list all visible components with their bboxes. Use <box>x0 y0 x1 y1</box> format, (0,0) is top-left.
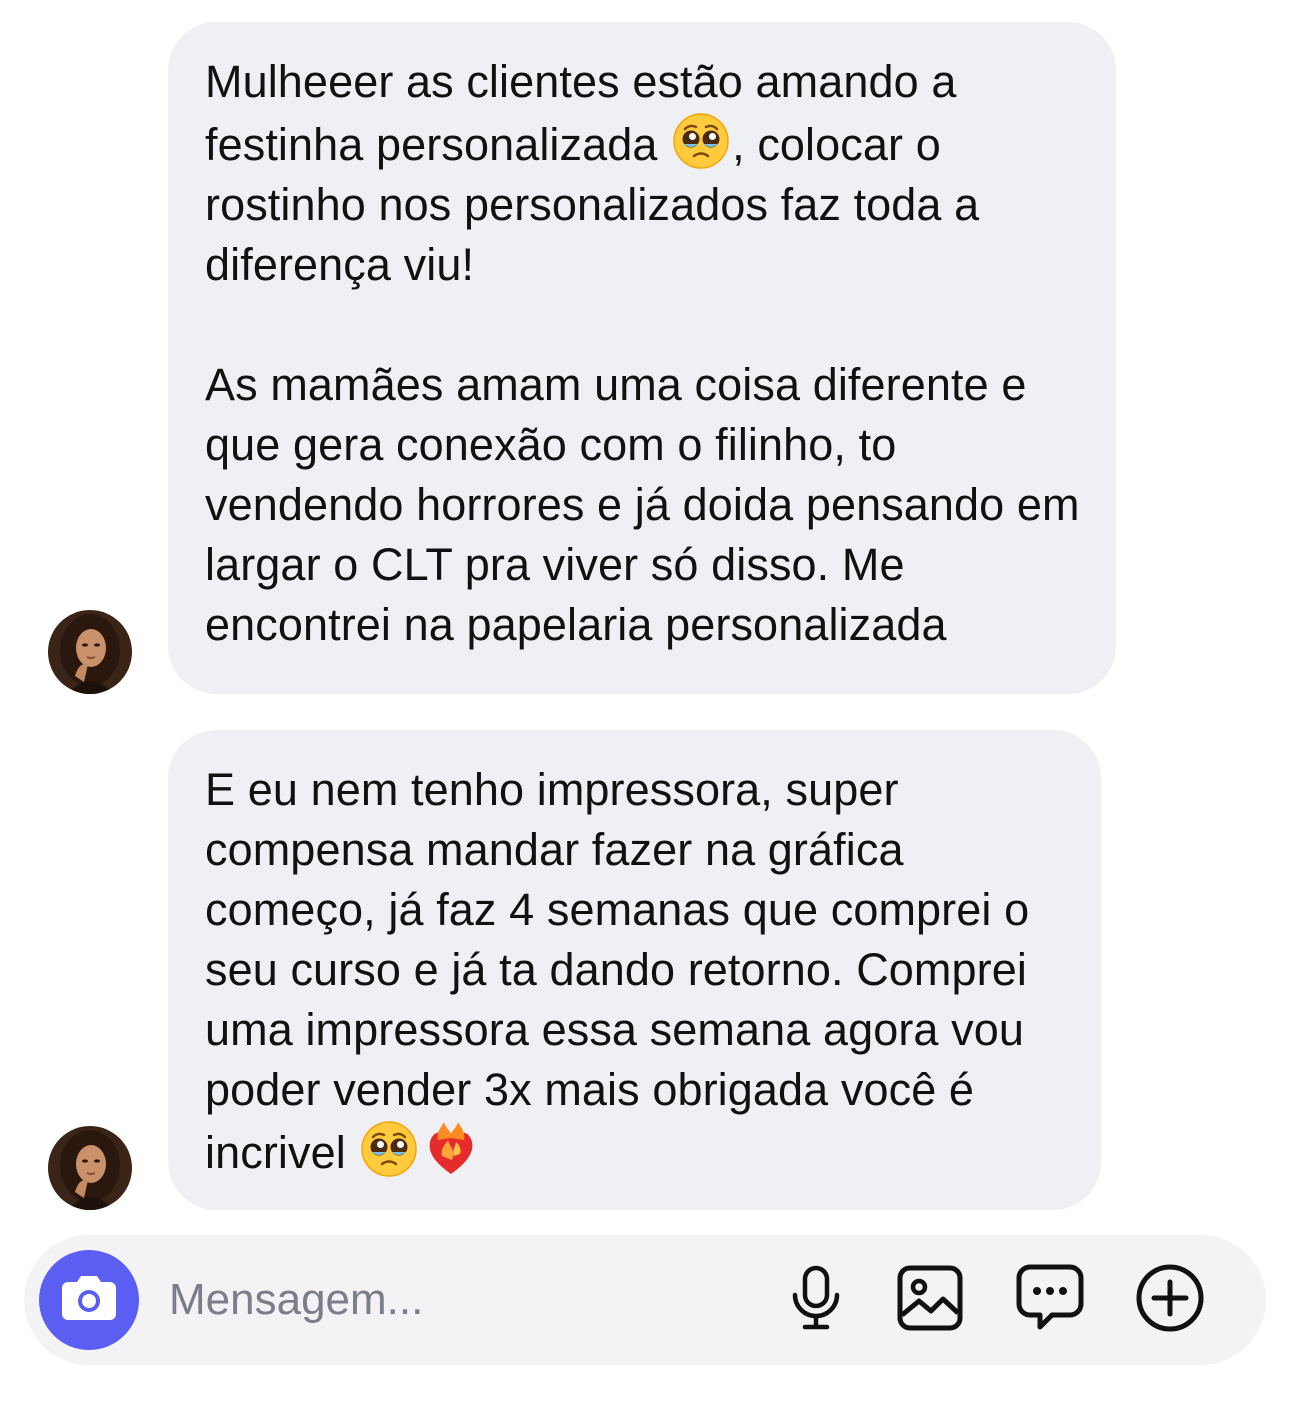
pleading-face-icon <box>360 1120 418 1178</box>
message-composer: Mensagem... <box>24 1235 1266 1365</box>
contact-avatar[interactable] <box>48 1126 132 1210</box>
more-options-button[interactable] <box>1133 1263 1207 1337</box>
camera-button[interactable] <box>39 1250 139 1350</box>
sticker-chat-button[interactable] <box>1013 1263 1087 1337</box>
gallery-button[interactable] <box>893 1263 967 1337</box>
chat-bubble-icon <box>1016 1264 1084 1337</box>
message-input[interactable]: Mensagem... <box>169 1271 423 1329</box>
plus-circle-icon <box>1135 1263 1205 1338</box>
microphone-icon <box>788 1265 844 1336</box>
message-paragraph: As mamães amam uma coisa diferente e que… <box>205 359 1080 650</box>
message-bubble[interactable]: E eu nem tenho impressora, super compens… <box>168 730 1101 1210</box>
heart-on-fire-icon <box>422 1120 480 1178</box>
message-text: E eu nem tenho impressora, super compens… <box>205 764 1030 1178</box>
camera-icon <box>60 1274 118 1327</box>
pleading-face-icon <box>672 112 730 170</box>
message-bubble[interactable]: Mulheeer as clientes estão amando a fest… <box>168 22 1116 694</box>
contact-avatar[interactable] <box>48 610 132 694</box>
message-paragraph: E eu nem tenho impressora, super compens… <box>205 760 1065 1183</box>
image-icon <box>897 1265 963 1336</box>
message-paragraph: Mulheeer as clientes estão amando a fest… <box>205 52 1080 295</box>
voice-message-button[interactable] <box>779 1263 853 1337</box>
